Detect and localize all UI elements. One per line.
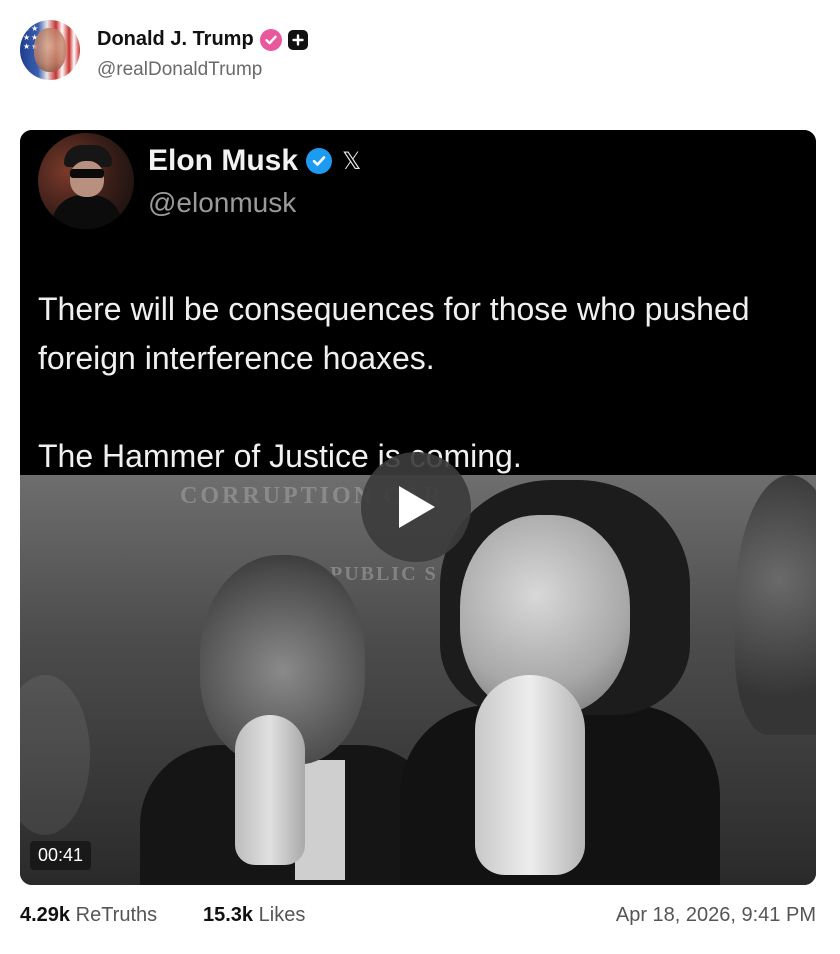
background-figure [735,475,816,735]
raised-hand-left [235,715,305,865]
x-logo-icon: 𝕏 [342,147,362,175]
likes-stat[interactable]: 15.3k Likes [203,904,305,927]
embedded-avatar [38,133,134,229]
retruths-label: ReTruths [75,904,158,926]
retruths-stat[interactable]: 4.29k ReTruths [20,904,157,927]
retruths-count: 4.29k [20,904,71,926]
post-timestamp[interactable]: Apr 18, 2026, 9:41 PM [616,904,816,927]
plus-icon [287,29,308,50]
play-button[interactable] [361,452,471,562]
avatar-sunglasses [70,169,104,178]
avatar-head [70,161,104,197]
verified-check-icon [306,148,333,174]
backdrop-banner-text-2: PUBLIC S [330,563,438,585]
likes-count: 15.3k [203,904,254,926]
avatar-face [34,28,66,72]
author-name-row: Donald J. Trump [97,28,308,51]
raised-hand-right [475,675,585,875]
embedded-name-row: Elon Musk 𝕏 [148,144,361,178]
embedded-display-name: Elon Musk [148,144,299,177]
embedded-handle: @elonmusk [148,187,297,218]
embedded-post: Elon Musk 𝕏 @elonmusk There will be cons… [20,130,816,475]
likes-label: Likes [258,904,306,926]
embedded-paragraph: There will be consequences for those who… [38,291,750,376]
verified-badge-icon [259,28,282,51]
author-avatar[interactable]: ★★ ★★ ★★ [20,20,80,80]
post-footer: 4.29k ReTruths 15.3k Likes Apr 18, 2026,… [20,900,816,930]
video-duration: 00:41 [30,841,92,870]
author-handle[interactable]: @realDonaldTrump [97,59,262,81]
media-card[interactable]: Elon Musk 𝕏 @elonmusk There will be cons… [20,130,816,885]
author-display-name[interactable]: Donald J. Trump [97,28,254,51]
avatar-body [52,195,122,229]
play-icon [399,486,435,528]
blurred-figure [20,675,90,835]
post-header: ★★ ★★ ★★ Donald J. Trump @realDonaldTrum… [20,20,820,82]
